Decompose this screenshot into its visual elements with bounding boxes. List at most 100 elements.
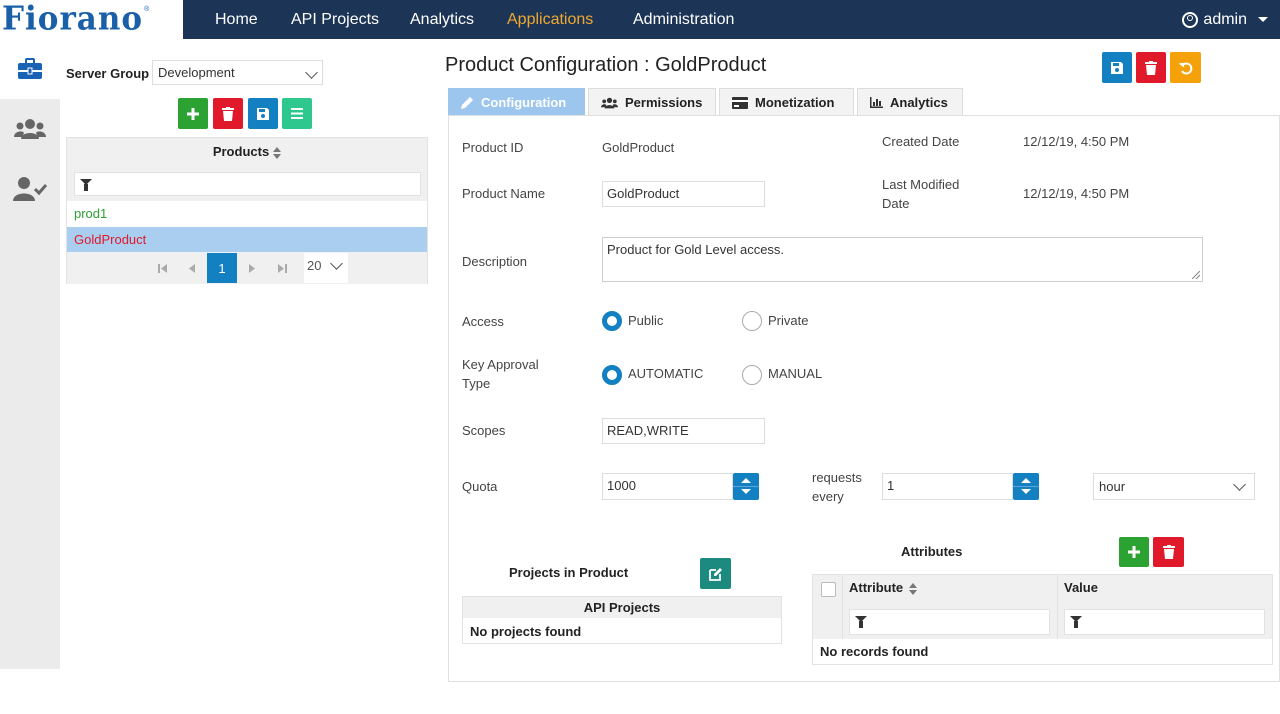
quota-input[interactable]: 1000 — [602, 473, 733, 500]
user-menu[interactable]: admin — [1182, 0, 1268, 39]
server-group-value: Development — [158, 65, 235, 80]
tab-analytics-label: Analytics — [890, 95, 948, 110]
nav-home[interactable]: Home — [215, 0, 258, 39]
access-public-radio[interactable] — [602, 311, 622, 331]
scopes-label: Scopes — [462, 423, 506, 438]
value-column-header[interactable]: Value — [1064, 580, 1098, 595]
last-page-icon[interactable] — [267, 253, 297, 283]
product-name-input[interactable]: GoldProduct — [602, 181, 765, 207]
chevron-down-icon — [330, 257, 343, 270]
product-row-prod1[interactable]: prod1 — [67, 201, 427, 226]
logo-trademark: ® — [144, 6, 150, 13]
left-sidebar — [0, 39, 60, 669]
save-icon — [1111, 61, 1123, 74]
attributes-table: Attribute Value No records found — [812, 574, 1273, 665]
access-label: Access — [462, 314, 504, 329]
current-page-button[interactable]: 1 — [207, 253, 237, 283]
interval-unit-select[interactable]: hour — [1093, 473, 1255, 500]
add-product-button[interactable] — [178, 98, 208, 129]
last-modified-label-line2: Date — [882, 196, 910, 211]
tab-configuration[interactable]: Configuration — [448, 88, 585, 116]
delete-attribute-button[interactable] — [1153, 537, 1184, 567]
page-size-value: 20 — [307, 258, 322, 273]
key-approval-manual-radio[interactable] — [742, 365, 762, 385]
user-circle-icon — [1182, 11, 1199, 28]
sort-icon — [909, 582, 918, 595]
column-divider — [842, 575, 843, 639]
pencil-icon — [461, 97, 473, 109]
spinner-up-icon[interactable] — [741, 478, 751, 483]
user-name: admin — [1203, 10, 1247, 28]
interval-input[interactable]: 1 — [882, 473, 1013, 500]
spinner-divider — [733, 486, 759, 487]
tab-monetization[interactable]: Monetization — [719, 88, 854, 116]
product-id-value: GoldProduct — [602, 140, 675, 155]
interval-spinner[interactable] — [1013, 473, 1039, 500]
page-size-select[interactable]: 20 — [304, 253, 348, 283]
nav-applications[interactable]: Applications — [507, 0, 593, 39]
attribute-filter-input[interactable] — [849, 609, 1050, 635]
undo-icon — [1178, 62, 1192, 74]
resize-handle-icon[interactable] — [1192, 271, 1200, 279]
page-title: Product Configuration : GoldProduct — [445, 54, 767, 76]
products-pager: 1 20 — [67, 252, 427, 284]
prev-page-icon[interactable] — [177, 253, 207, 283]
add-attribute-button[interactable] — [1119, 537, 1149, 567]
scopes-input[interactable]: READ,WRITE — [602, 418, 765, 444]
filter-icon — [80, 179, 92, 191]
next-page-icon[interactable] — [237, 253, 267, 283]
edit-projects-button[interactable] — [700, 558, 731, 589]
last-modified-label-line1: Last Modified — [882, 177, 960, 192]
nav-api-projects[interactable]: API Projects — [291, 0, 379, 39]
products-filter-input[interactable] — [74, 172, 421, 196]
projects-empty-message: No projects found — [470, 624, 582, 639]
server-group-select[interactable]: Development — [152, 60, 323, 85]
key-approval-automatic-radio[interactable] — [602, 365, 622, 385]
sidebar-tab-approvals[interactable] — [0, 159, 60, 219]
access-private-radio[interactable] — [742, 311, 762, 331]
products-header-label: Products — [212, 144, 270, 159]
fiorano-logo[interactable]: Fiorano ® — [0, 0, 183, 39]
top-navbar: Fiorano ® Home API Projects Analytics Ap… — [0, 0, 1280, 39]
save-configuration-button[interactable] — [1102, 52, 1132, 83]
attribute-column-header[interactable]: Attribute — [849, 580, 918, 595]
save-icon — [257, 107, 269, 120]
user-check-icon — [13, 177, 47, 201]
list-view-button[interactable] — [282, 98, 312, 129]
description-value: Product for Gold Level access. — [607, 242, 785, 257]
products-column-header[interactable]: Products — [67, 138, 427, 165]
nav-analytics[interactable]: Analytics — [410, 0, 474, 39]
key-approval-manual-label: MANUAL — [768, 366, 823, 381]
description-textarea[interactable]: Product for Gold Level access. — [602, 237, 1203, 282]
spinner-down-icon[interactable] — [1021, 489, 1031, 494]
sort-icon — [273, 146, 282, 159]
spinner-up-icon[interactable] — [1021, 478, 1031, 483]
sidebar-tab-developers[interactable] — [0, 99, 60, 159]
select-all-checkbox[interactable] — [821, 582, 836, 597]
key-approval-label-line1: Key Approval — [462, 357, 539, 372]
product-row-goldproduct[interactable]: GoldProduct — [67, 227, 427, 252]
sidebar-tab-applications[interactable] — [0, 39, 60, 99]
first-page-icon[interactable] — [147, 253, 177, 283]
delete-product-button[interactable] — [213, 98, 243, 129]
tab-configuration-label: Configuration — [481, 95, 567, 110]
access-public-label: Public — [628, 313, 664, 328]
tab-permissions[interactable]: Permissions — [588, 88, 716, 116]
products-filter-row — [67, 165, 427, 201]
tab-permissions-label: Permissions — [625, 95, 703, 110]
credit-card-icon — [732, 96, 748, 109]
server-group-label: Server Group — [66, 66, 150, 81]
key-approval-label-line2: Type — [462, 376, 491, 391]
column-divider — [1057, 575, 1058, 639]
delete-configuration-button[interactable] — [1136, 52, 1166, 83]
spinner-down-icon[interactable] — [741, 489, 751, 494]
tab-analytics[interactable]: Analytics — [857, 88, 963, 116]
quota-spinner[interactable] — [733, 473, 759, 500]
nav-administration[interactable]: Administration — [633, 0, 734, 39]
created-date-label: Created Date — [882, 134, 960, 149]
projects-table: API Projects No projects found — [462, 596, 782, 644]
value-filter-input[interactable] — [1064, 609, 1265, 635]
reset-configuration-button[interactable] — [1170, 52, 1201, 83]
description-label: Description — [462, 254, 528, 269]
save-product-button[interactable] — [248, 98, 278, 129]
